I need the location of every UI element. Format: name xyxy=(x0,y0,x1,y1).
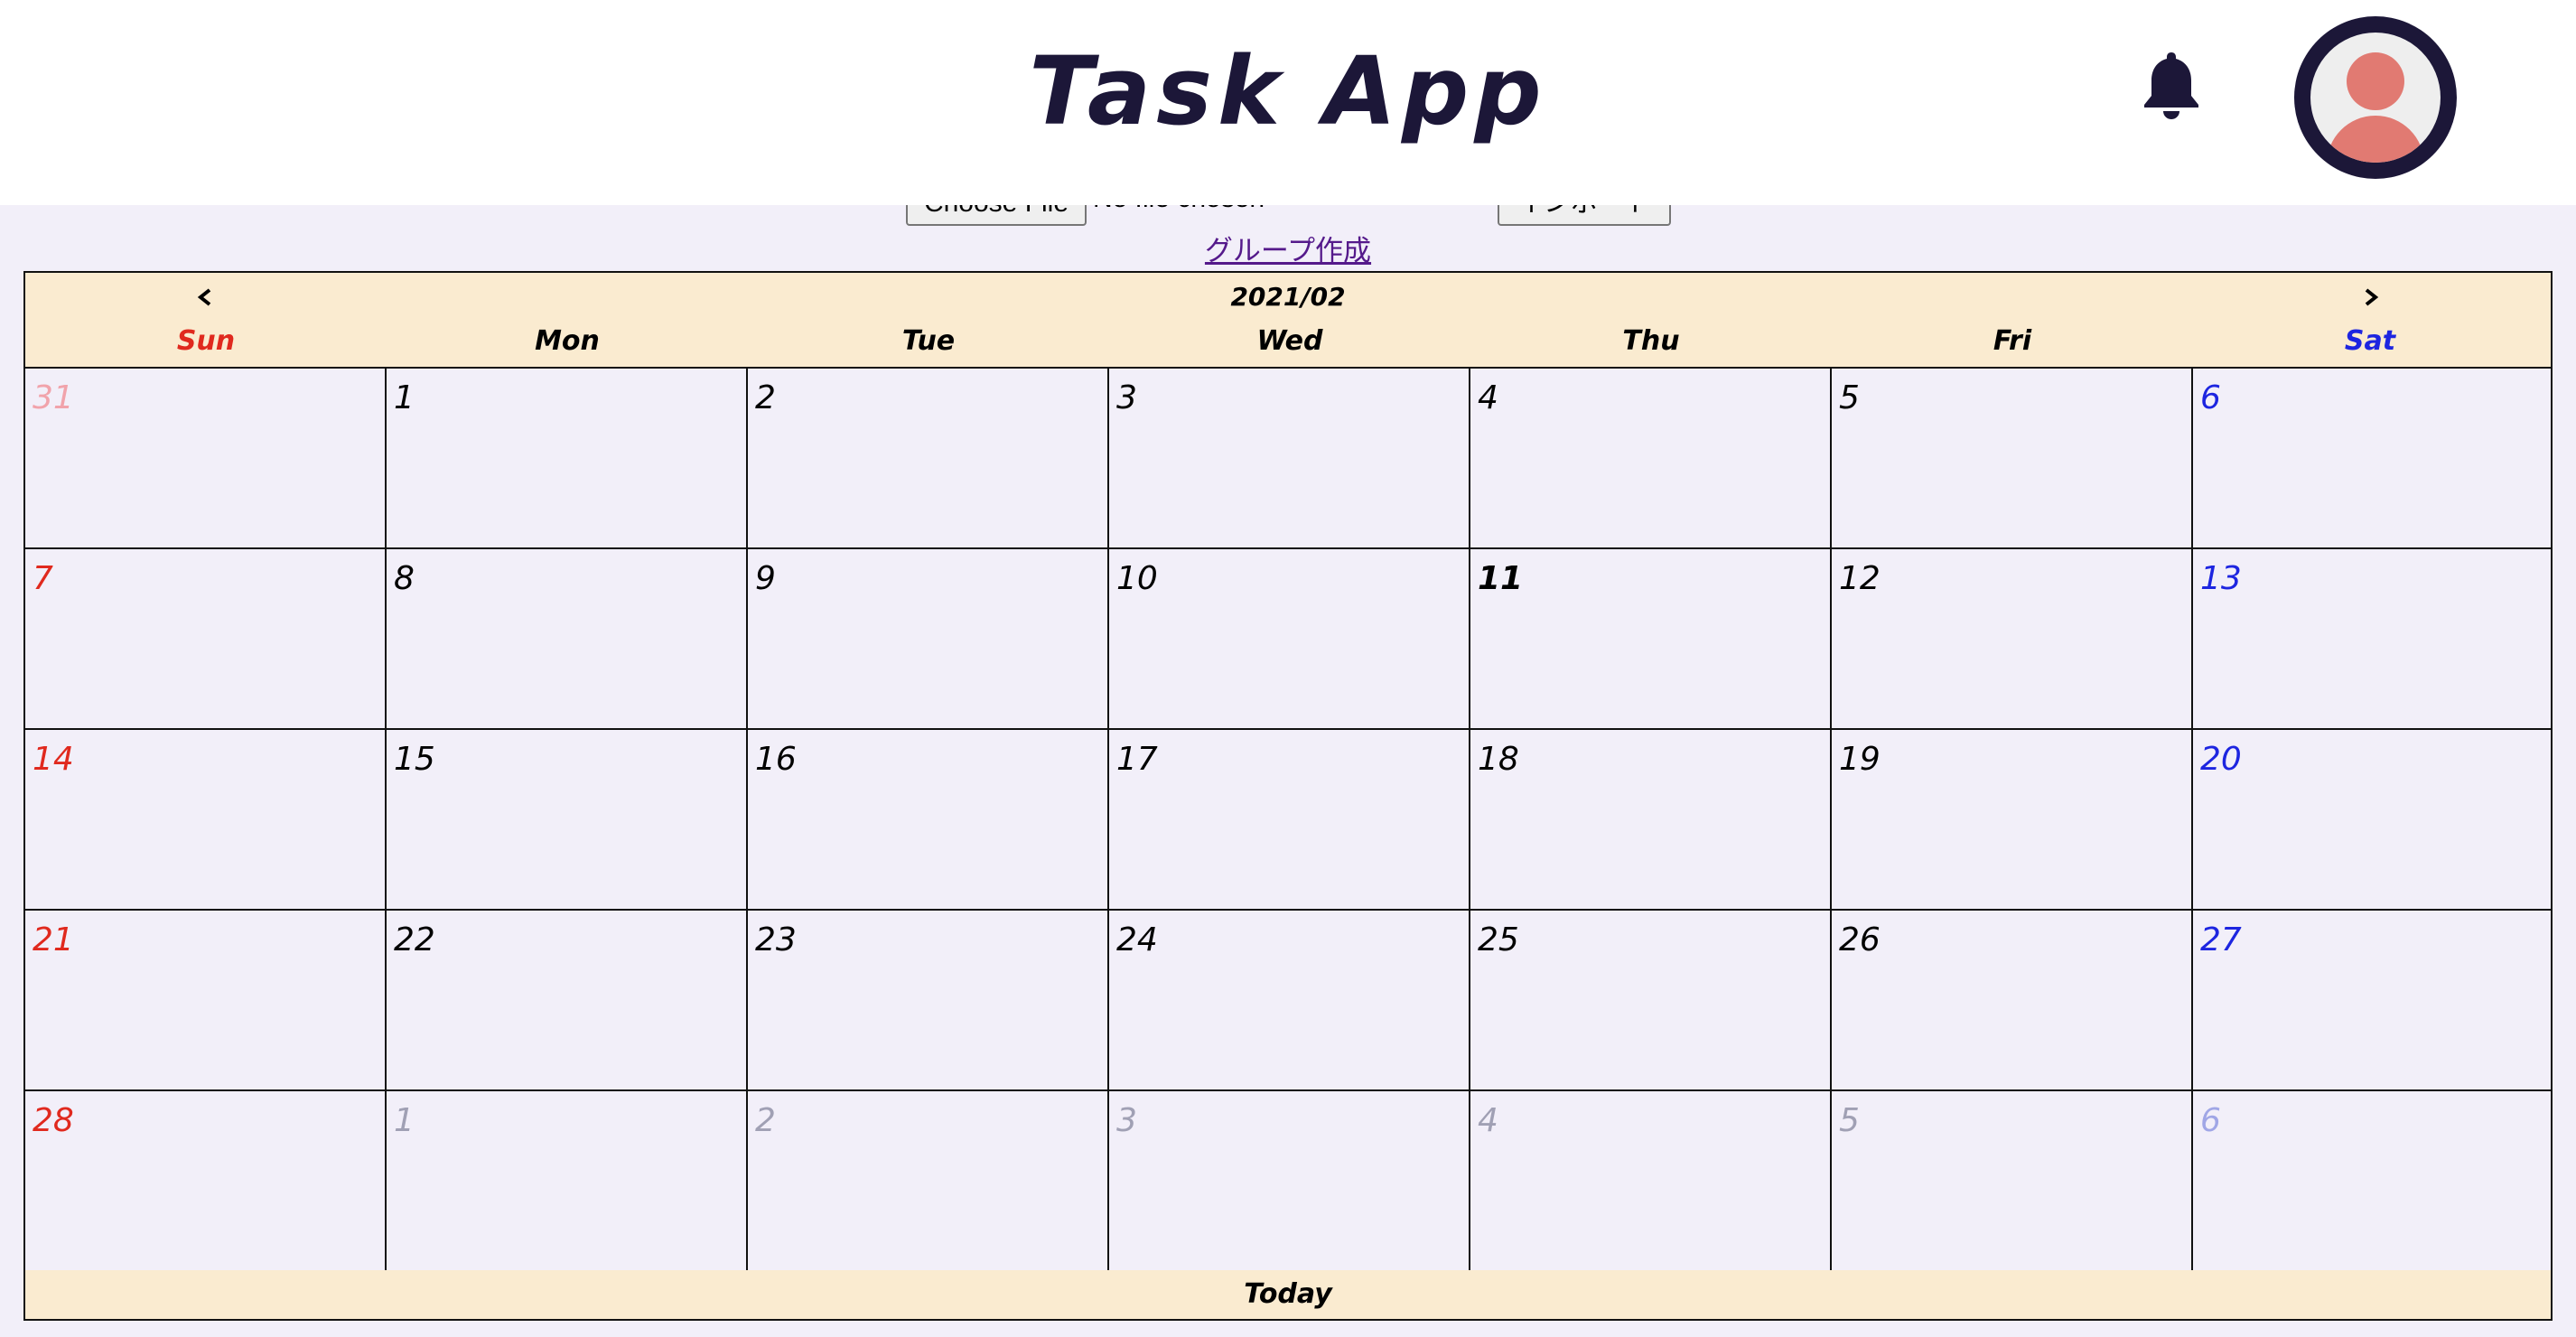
day-cell[interactable]: 3 xyxy=(1109,369,1470,549)
weekday-sat: Sat xyxy=(2344,325,2396,357)
day-number: 11 xyxy=(1478,560,1524,597)
weekday-wed: Wed xyxy=(1256,325,1323,357)
day-number: 13 xyxy=(2200,560,2242,597)
day-cell[interactable]: 6 xyxy=(2193,369,2551,549)
day-cell[interactable]: 8 xyxy=(387,549,748,730)
day-number: 8 xyxy=(394,560,415,597)
day-number: 25 xyxy=(1478,921,1519,958)
day-number: 1 xyxy=(394,1102,415,1139)
day-number: 2 xyxy=(755,379,776,416)
day-cell[interactable]: 2 xyxy=(748,1091,1109,1272)
day-cell[interactable]: 15 xyxy=(387,730,748,911)
day-number: 5 xyxy=(1839,1102,1860,1139)
day-cell[interactable]: 7 xyxy=(25,549,387,730)
day-cell[interactable]: 5 xyxy=(1832,369,2193,549)
day-cell[interactable]: 31 xyxy=(25,369,387,549)
day-cell[interactable]: 4 xyxy=(1470,369,1832,549)
today-button[interactable]: Today xyxy=(25,1270,2551,1319)
day-cell[interactable]: 22 xyxy=(387,911,748,1091)
day-number: 4 xyxy=(1478,1102,1498,1139)
day-number: 6 xyxy=(2200,1102,2221,1139)
day-cell[interactable]: 20 xyxy=(2193,730,2551,911)
day-cell[interactable]: 27 xyxy=(2193,911,2551,1091)
next-month-button[interactable] xyxy=(2345,284,2399,320)
day-cell[interactable]: 19 xyxy=(1832,730,2193,911)
user-avatar-icon xyxy=(2310,33,2441,163)
day-number: 19 xyxy=(1839,741,1881,778)
weekday-sun: Sun xyxy=(176,325,236,357)
day-cell[interactable]: 2 xyxy=(748,369,1109,549)
day-cell[interactable]: 16 xyxy=(748,730,1109,911)
day-cell[interactable]: 24 xyxy=(1109,911,1470,1091)
bell-icon[interactable] xyxy=(2139,49,2204,121)
day-cell[interactable]: 18 xyxy=(1470,730,1832,911)
day-cell[interactable]: 6 xyxy=(2193,1091,2551,1272)
day-number: 23 xyxy=(755,921,797,958)
day-number: 24 xyxy=(1116,921,1158,958)
day-number: 10 xyxy=(1116,560,1158,597)
day-number: 12 xyxy=(1839,560,1881,597)
day-number: 3 xyxy=(1116,379,1137,416)
day-number: 3 xyxy=(1116,1102,1137,1139)
day-cell[interactable]: 26 xyxy=(1832,911,2193,1091)
day-number: 17 xyxy=(1116,741,1158,778)
day-number: 27 xyxy=(2200,921,2242,958)
weekday-fri: Fri xyxy=(1993,325,2032,357)
day-cell[interactable]: 28 xyxy=(25,1091,387,1272)
day-cell[interactable]: 3 xyxy=(1109,1091,1470,1272)
weekday-mon: Mon xyxy=(535,325,600,357)
day-number: 20 xyxy=(2200,741,2242,778)
day-cell[interactable]: 14 xyxy=(25,730,387,911)
day-cell[interactable]: 9 xyxy=(748,549,1109,730)
day-number: 31 xyxy=(33,379,74,416)
user-avatar[interactable] xyxy=(2294,16,2457,179)
day-number: 5 xyxy=(1839,379,1860,416)
day-number: 18 xyxy=(1478,741,1519,778)
day-number: 26 xyxy=(1839,921,1881,958)
month-title: 2021/02 xyxy=(1230,282,1346,312)
avatar-body xyxy=(2327,116,2424,163)
calendar-header: 2021/02 Sun Mon Tue Wed Thu Fri Sat xyxy=(25,273,2551,369)
day-number: 15 xyxy=(394,741,435,778)
day-number: 9 xyxy=(755,560,776,597)
calendar-grid: 31 1 2 3 4 5 6 7 8 9 10 11 12 13 14 15 16 17 18 19 20 21 22 23 2… xyxy=(25,369,2551,1272)
day-cell[interactable]: 23 xyxy=(748,911,1109,1091)
day-number: 7 xyxy=(33,560,53,597)
day-cell[interactable]: 10 xyxy=(1109,549,1470,730)
weekday-thu: Thu xyxy=(1622,325,1680,357)
calendar: 2021/02 Sun Mon Tue Wed Thu Fri Sat 31 1 2… xyxy=(23,271,2553,1321)
weekday-tue: Tue xyxy=(901,325,956,357)
day-cell[interactable]: 21 xyxy=(25,911,387,1091)
day-number: 1 xyxy=(394,379,415,416)
app-header: Task App xyxy=(0,0,2576,205)
avatar-head xyxy=(2347,52,2404,110)
day-cell[interactable]: 17 xyxy=(1109,730,1470,911)
day-cell[interactable]: 11 xyxy=(1470,549,1832,730)
day-cell[interactable]: 12 xyxy=(1832,549,2193,730)
day-cell[interactable]: 4 xyxy=(1470,1091,1832,1272)
day-number: 14 xyxy=(33,741,74,778)
day-number: 2 xyxy=(755,1102,776,1139)
group-link-row: グループ作成 xyxy=(0,228,2576,268)
day-number: 22 xyxy=(394,921,435,958)
day-number: 4 xyxy=(1478,379,1498,416)
day-cell[interactable]: 5 xyxy=(1832,1091,2193,1272)
day-cell[interactable]: 1 xyxy=(387,369,748,549)
day-cell[interactable]: 25 xyxy=(1470,911,1832,1091)
day-number: 28 xyxy=(33,1102,74,1139)
chevron-right-icon xyxy=(2365,288,2379,306)
day-number: 16 xyxy=(755,741,797,778)
day-cell[interactable]: 1 xyxy=(387,1091,748,1272)
day-number: 21 xyxy=(33,921,74,958)
create-group-link[interactable]: グループ作成 xyxy=(1205,235,1371,267)
day-number: 6 xyxy=(2200,379,2221,416)
day-cell[interactable]: 13 xyxy=(2193,549,2551,730)
